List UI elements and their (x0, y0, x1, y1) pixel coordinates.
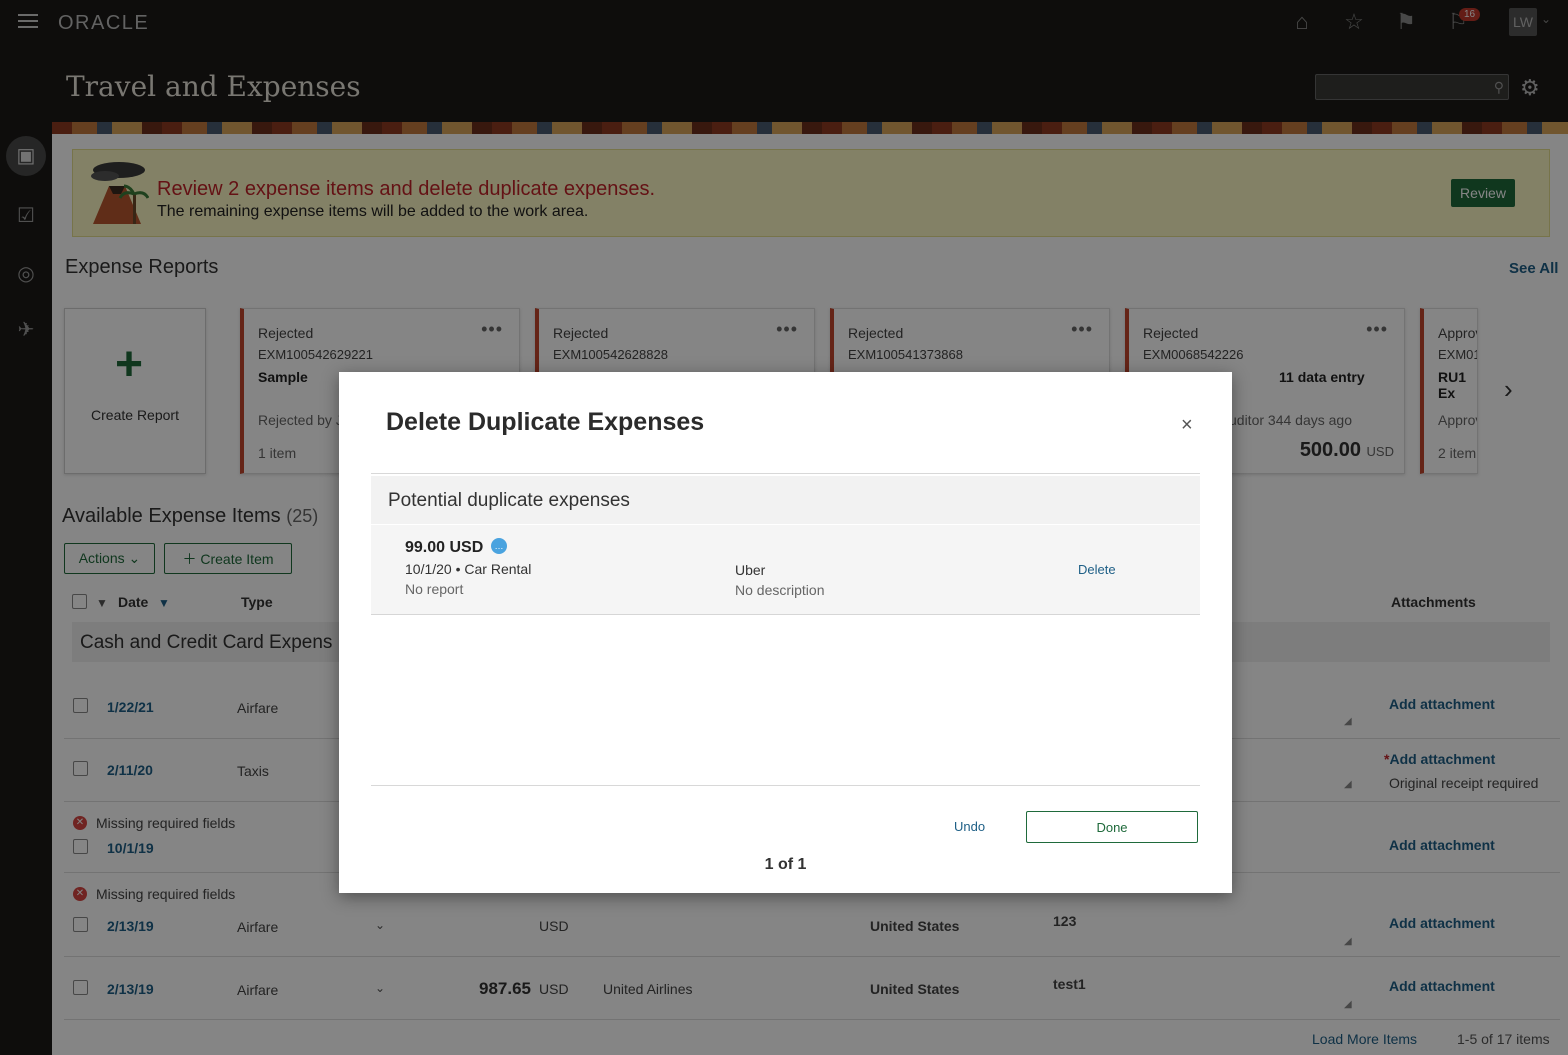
delete-link[interactable]: Delete (1078, 562, 1116, 577)
dialog-title: Delete Duplicate Expenses (386, 408, 705, 436)
section-label: Potential duplicate expenses (388, 490, 630, 511)
comment-icon[interactable]: … (491, 538, 507, 554)
duplicate-expense-row: 99.00 USD … 10/1/20 • Car Rental No repo… (371, 525, 1200, 615)
close-icon[interactable]: × (1181, 414, 1193, 437)
dialog-divider (371, 785, 1200, 786)
undo-link[interactable]: Undo (954, 819, 985, 834)
pager: 1 of 1 (764, 856, 807, 873)
expense-merchant: Uber (735, 562, 766, 578)
expense-date-type: 10/1/20 • Car Rental (405, 561, 532, 577)
expense-amount: 99.00 USD (405, 539, 484, 556)
done-button[interactable]: Done (1026, 811, 1198, 843)
duplicates-section-header: Potential duplicate expenses (371, 476, 1200, 524)
dialog-divider (371, 473, 1200, 474)
expense-report: No report (405, 581, 464, 597)
delete-duplicates-dialog: Delete Duplicate Expenses × Potential du… (339, 372, 1232, 893)
expense-description: No description (735, 582, 825, 598)
